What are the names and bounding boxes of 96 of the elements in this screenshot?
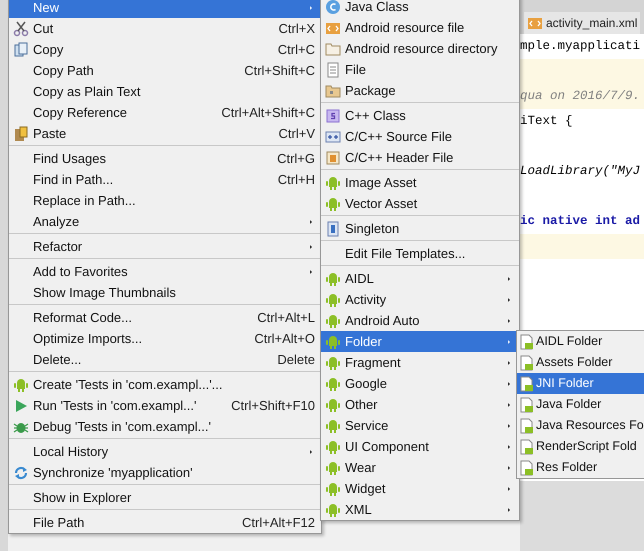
menu-item[interactable]: Activity <box>321 289 519 310</box>
android-robot-icon <box>325 480 341 496</box>
android-robot-icon <box>325 196 341 212</box>
menu-item[interactable]: Run 'Tests in 'com.exampl...' Ctrl+Shift+F10 <box>9 395 321 416</box>
android-folder-icon <box>519 460 535 476</box>
android-robot-icon <box>325 376 341 392</box>
android-robot-icon <box>325 396 341 412</box>
paste-icon <box>13 126 29 142</box>
menu-item[interactable]: Edit File Templates... <box>321 243 519 264</box>
play-icon <box>13 398 29 414</box>
folder-icon <box>325 40 341 56</box>
android-folder-icon <box>519 354 535 370</box>
menu-item[interactable]: Copy Reference Ctrl+Alt+Shift+C <box>9 102 321 123</box>
android-robot-icon <box>325 460 341 476</box>
menu-item[interactable]: Folder <box>321 331 519 352</box>
android-robot-icon <box>13 376 29 392</box>
menu-item[interactable]: File Path Ctrl+Alt+F12 <box>9 512 321 533</box>
menu-item[interactable]: File <box>321 59 519 80</box>
menu-item[interactable]: Find Usages Ctrl+G <box>9 148 321 169</box>
code-line: LoadLibrary("MyJ <box>520 163 642 180</box>
android-folder-icon <box>519 438 535 454</box>
menu-item[interactable]: Android resource file <box>321 17 519 38</box>
source-file-icon <box>325 128 341 144</box>
menu-item[interactable]: C/C++ Header File <box>321 147 519 168</box>
scissors-icon <box>13 20 29 36</box>
menu-item[interactable]: Google <box>321 373 519 394</box>
code-line: iText { <box>520 113 574 130</box>
android-robot-icon <box>325 418 341 434</box>
menu-item[interactable]: Java Resources Fo <box>517 415 644 436</box>
menu-item[interactable]: Analyze <box>9 211 321 232</box>
menu-item[interactable]: Show in Explorer <box>9 487 321 508</box>
menu-item[interactable]: Copy Ctrl+C <box>9 39 321 60</box>
menu-item[interactable]: Find in Path... Ctrl+H <box>9 169 321 190</box>
cpp-class-icon <box>325 108 341 124</box>
menu-item[interactable]: Optimize Imports... Ctrl+Alt+O <box>9 328 321 349</box>
menu-item[interactable]: Res Folder <box>517 457 644 478</box>
menu-item[interactable]: AIDL Folder <box>517 331 644 352</box>
android-robot-icon <box>325 270 341 286</box>
editor-tab[interactable]: activity_main.xml <box>524 12 640 34</box>
android-robot-icon <box>325 174 341 190</box>
android-robot-icon <box>325 312 341 328</box>
menu-item[interactable]: RenderScript Fold <box>517 436 644 457</box>
menu-item[interactable]: Widget <box>321 478 519 499</box>
menu-item[interactable]: Image Asset <box>321 172 519 193</box>
menu-item[interactable]: JNI Folder <box>517 373 644 394</box>
menu-item[interactable]: Local History <box>9 441 321 462</box>
menu-item[interactable]: XML <box>321 499 519 520</box>
header-file-icon <box>325 150 341 166</box>
menu-item[interactable]: Synchronize 'myapplication' <box>9 462 321 483</box>
menu-item[interactable]: Cut Ctrl+X <box>9 18 321 39</box>
menu-item[interactable]: Service <box>321 415 519 436</box>
package-icon <box>325 82 341 98</box>
menu-item[interactable]: AIDL <box>321 268 519 289</box>
menu-item[interactable]: Java Folder <box>517 394 644 415</box>
menu-item[interactable]: Assets Folder <box>517 352 644 373</box>
menu-item[interactable]: Android Auto <box>321 310 519 331</box>
menu-item[interactable]: Add to Favorites <box>9 261 321 282</box>
android-robot-icon <box>325 502 341 518</box>
menu-item[interactable]: UI Component <box>321 436 519 457</box>
menu-item[interactable]: Singleton <box>321 218 519 239</box>
menu-item[interactable]: Vector Asset <box>321 193 519 214</box>
menu-item[interactable]: Copy Path Ctrl+Shift+C <box>9 60 321 81</box>
menu-item[interactable]: Show Image Thumbnails <box>9 282 321 303</box>
menu-item[interactable]: Android resource directory <box>321 38 519 59</box>
menu-item[interactable]: Paste Ctrl+V <box>9 123 321 144</box>
menu-item[interactable]: Create 'Tests in 'com.exampl...'... <box>9 374 321 395</box>
android-folder-icon <box>519 418 535 434</box>
singleton-icon <box>325 220 341 236</box>
android-robot-icon <box>325 354 341 370</box>
class-icon <box>325 0 341 14</box>
menu-item[interactable]: Replace in Path... <box>9 190 321 211</box>
android-robot-icon <box>325 334 341 350</box>
menu-item[interactable]: Wear <box>321 457 519 478</box>
menu-item[interactable]: Refactor <box>9 236 321 257</box>
sync-icon <box>13 464 29 480</box>
menu-item[interactable]: C++ Class <box>321 105 519 126</box>
menu-item[interactable]: Other <box>321 394 519 415</box>
menu-item[interactable]: Copy as Plain Text <box>9 81 321 102</box>
android-robot-icon <box>325 292 341 308</box>
menu-item[interactable]: Reformat Code... Ctrl+Alt+L <box>9 307 321 328</box>
code-line: mple.myapplicati <box>520 38 642 55</box>
resource-file-icon <box>527 15 543 31</box>
android-folder-icon <box>519 376 535 392</box>
menu-item[interactable]: Delete... Delete <box>9 349 321 370</box>
code-line: ic native int ad <box>520 213 642 230</box>
android-folder-icon <box>519 396 535 412</box>
android-folder-icon <box>519 334 535 350</box>
menu-item[interactable]: Fragment <box>321 352 519 373</box>
android-robot-icon <box>325 438 341 454</box>
menu-item[interactable]: Java Class <box>321 0 519 17</box>
menu-item[interactable]: C/C++ Source File <box>321 126 519 147</box>
copy-icon <box>13 42 29 58</box>
menu-item[interactable]: Package <box>321 80 519 101</box>
menu-item[interactable]: Debug 'Tests in 'com.exampl...' <box>9 416 321 437</box>
file-icon <box>325 62 341 78</box>
menu-item[interactable]: New <box>9 0 321 18</box>
